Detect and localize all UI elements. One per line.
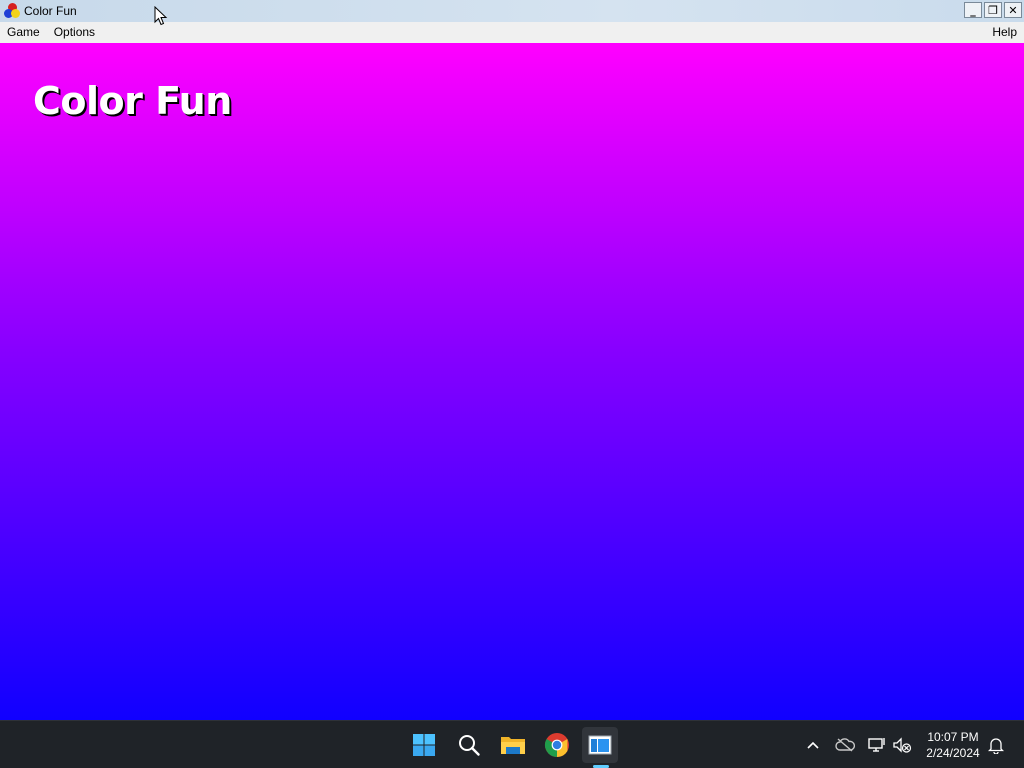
app-window: Color Fun _ ❐ ✕ Game Options Help Color … (0, 0, 1024, 720)
clock-date: 2/24/2024 (926, 746, 980, 760)
menu-game[interactable]: Game (0, 22, 47, 43)
restore-button[interactable]: ❐ (984, 2, 1002, 18)
taskbar: 10:07 PM 2/24/2024 (0, 720, 1024, 768)
menu-options[interactable]: Options (47, 22, 102, 43)
notification-bell-icon[interactable] (986, 735, 1006, 755)
chevron-up-icon[interactable] (803, 735, 823, 755)
menu-help[interactable]: Help (985, 22, 1024, 43)
game-canvas[interactable]: Color Fun (0, 43, 1024, 720)
search-icon[interactable] (451, 727, 487, 763)
volume-muted-icon[interactable] (892, 735, 912, 755)
onedrive-offline-icon[interactable] (835, 735, 855, 755)
color-fun-taskbar-icon[interactable] (582, 727, 618, 763)
clock-time: 10:07 PM (927, 730, 979, 744)
file-explorer-icon[interactable] (495, 727, 531, 763)
network-icon[interactable] (867, 735, 887, 755)
chrome-icon[interactable] (539, 727, 575, 763)
mouse-cursor-icon (154, 6, 168, 26)
taskbar-clock[interactable]: 10:07 PM 2/24/2024 (918, 729, 988, 761)
window-title: Color Fun (24, 4, 77, 18)
color-fun-app-icon (4, 3, 20, 19)
game-heading: Color Fun (33, 79, 232, 123)
close-button[interactable]: ✕ (1004, 2, 1022, 18)
window-controls: _ ❐ ✕ (964, 2, 1022, 18)
windows-start-icon[interactable] (406, 727, 442, 763)
minimize-button[interactable]: _ (964, 2, 982, 18)
